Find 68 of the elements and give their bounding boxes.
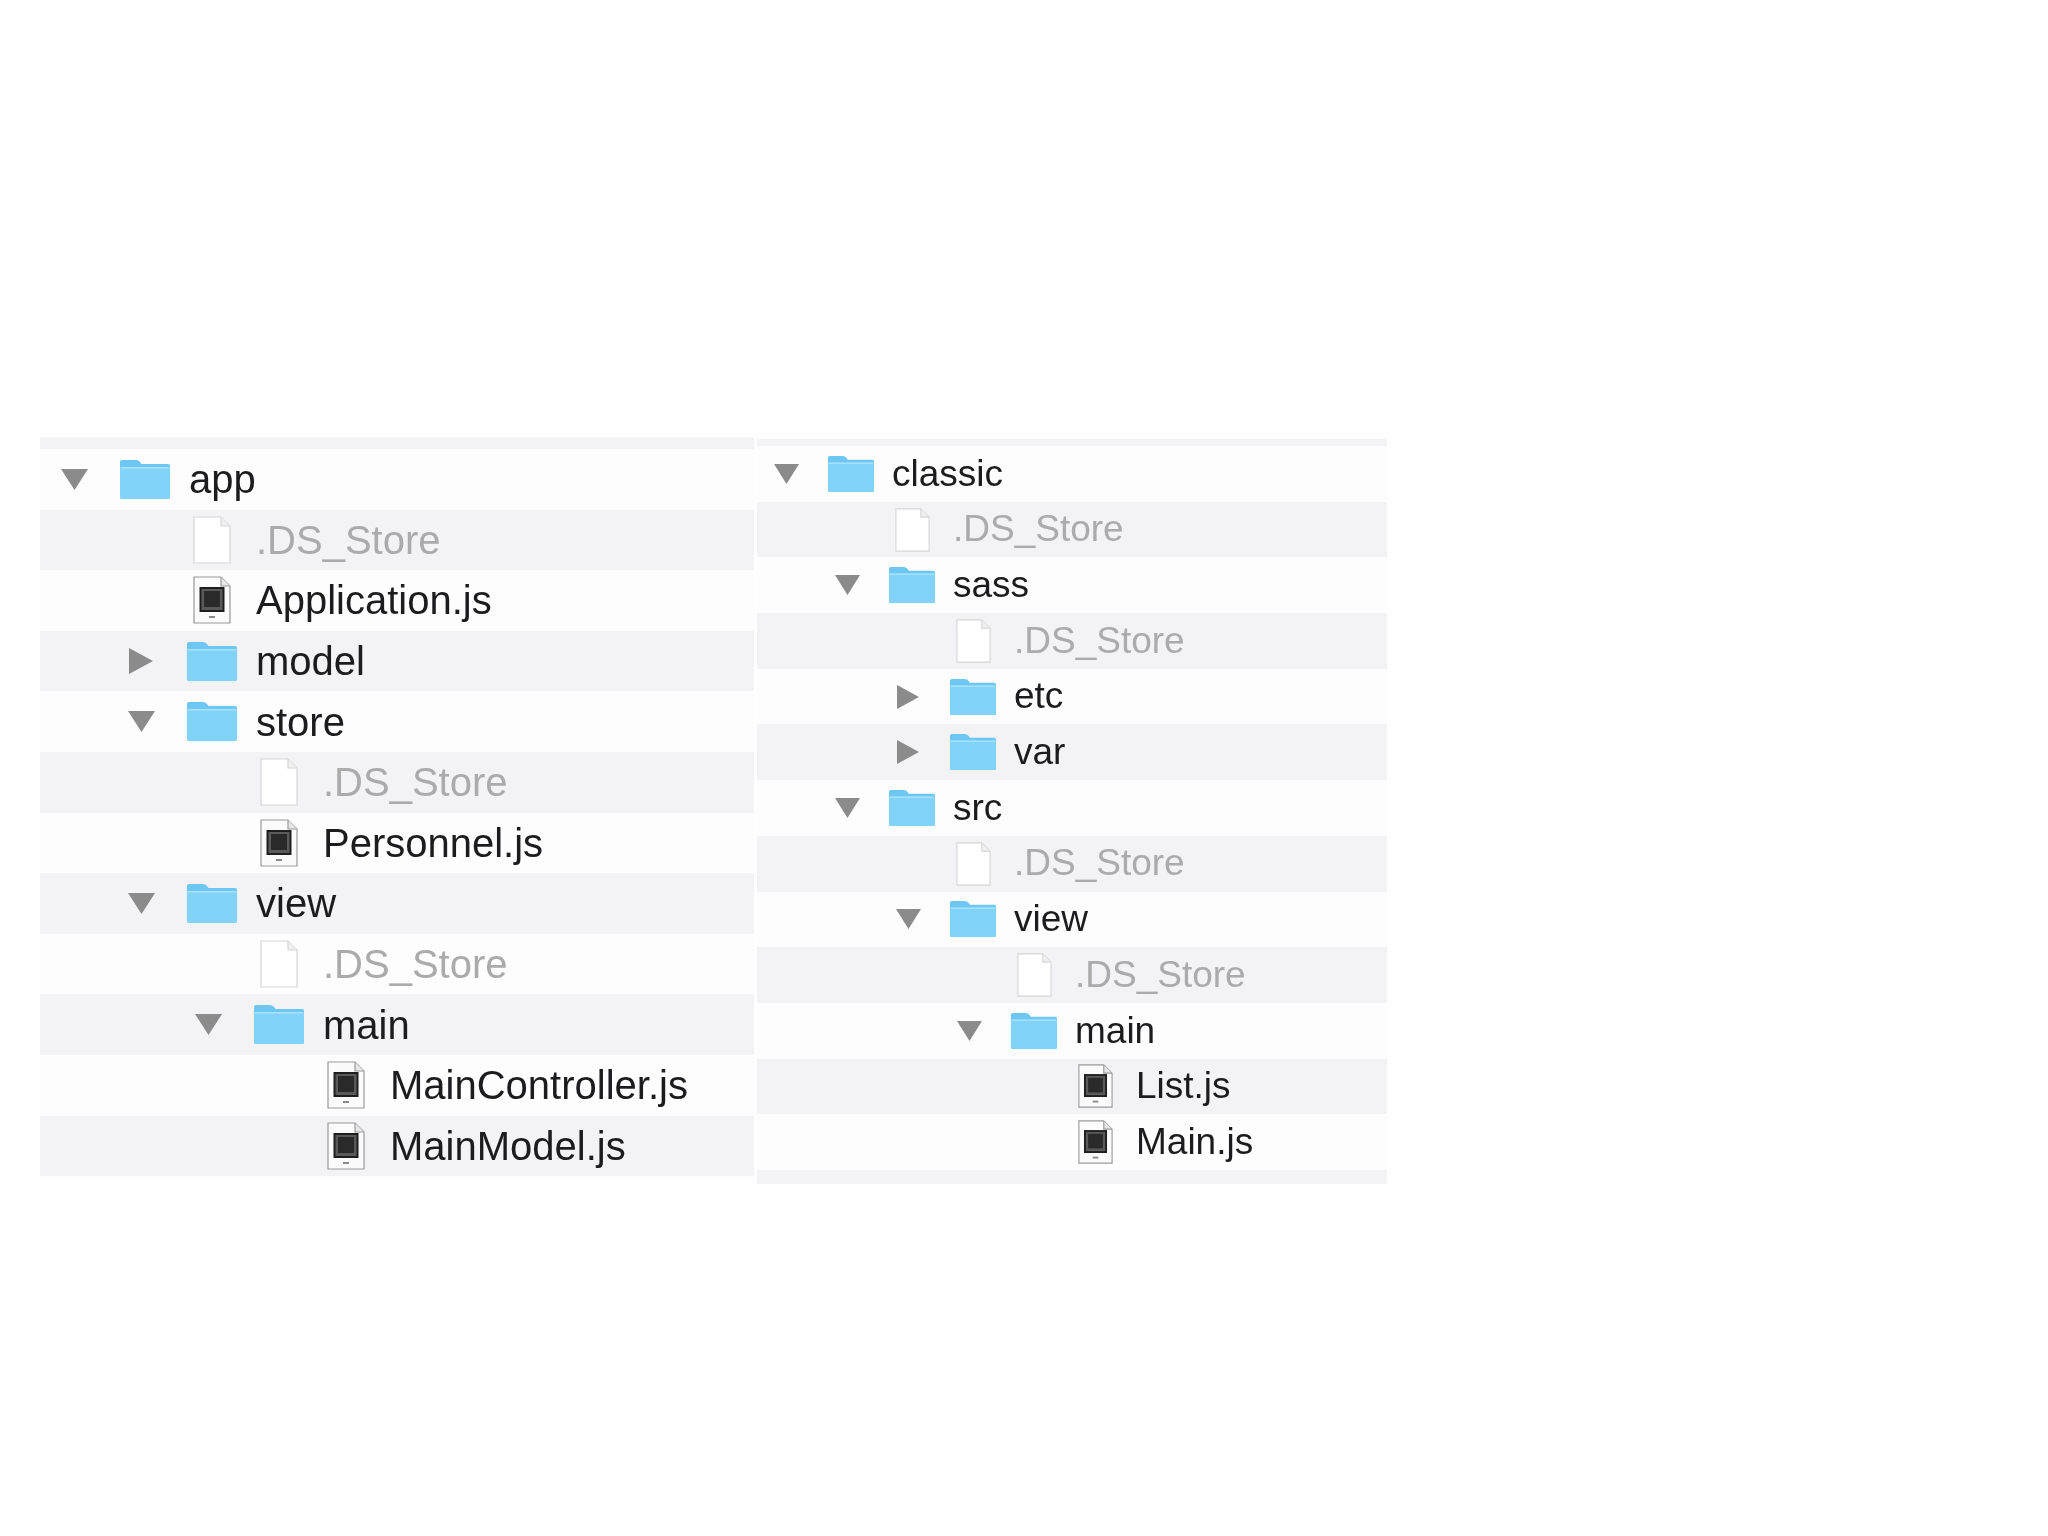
file-name: Main.js [1136,1119,1254,1164]
folder-icon [889,789,935,826]
file-name: List.js [1136,1064,1231,1109]
folder-name: main [1075,1008,1156,1053]
blank-document-icon [1016,953,1052,998]
folder-name: etc [1014,674,1064,719]
file-name: .DS_Store [1014,618,1185,663]
tree-row[interactable]: model [40,630,754,692]
document-icon [327,1061,365,1110]
triangle-right-icon[interactable] [897,740,919,765]
blank-document-icon [260,940,298,989]
triangle-down-icon[interactable] [194,1014,222,1036]
triangle-down-icon[interactable] [127,711,155,733]
folder-name: view [1014,897,1089,942]
tree-row[interactable]: view [40,873,754,934]
tree-row[interactable]: List.js [757,1058,1387,1115]
folder-icon [889,567,935,604]
file-name: Personnel.js [323,819,544,867]
triangle-down-icon[interactable] [834,797,860,818]
folder-icon [120,459,170,499]
folder-name: model [256,638,365,686]
document-icon [260,818,298,867]
blank-document-icon [955,618,991,663]
triangle-down-icon[interactable] [127,892,155,914]
folder-name: app [189,456,256,504]
file-name: Application.js [256,577,492,625]
file-name: .DS_Store [953,507,1124,552]
file-name: .DS_Store [323,759,508,807]
folder-name: src [953,785,1003,830]
tree-row[interactable]: var [757,724,1387,781]
folder-icon [187,883,237,923]
folder-name: main [323,1001,410,1049]
blank-document-icon [260,758,298,807]
triangle-down-icon[interactable] [834,575,860,596]
file-name: .DS_Store [256,516,441,564]
document-icon [327,1121,365,1170]
folder-icon [254,1005,304,1045]
triangle-down-icon[interactable] [956,1020,982,1041]
blank-document-icon [955,841,991,886]
folder-icon [828,455,874,492]
folder-icon [187,702,237,742]
blank-document-icon [894,507,930,552]
folder-name: classic [892,451,1004,496]
triangle-down-icon[interactable] [895,909,921,930]
file-name: MainController.js [390,1062,688,1110]
tree-row[interactable]: main [40,994,754,1055]
folder-icon [950,734,996,771]
file-name: .DS_Store [1014,841,1185,886]
folder-icon [1011,1012,1057,1049]
file-name: MainModel.js [390,1122,626,1170]
triangle-down-icon[interactable] [60,468,88,490]
folder-name: sass [953,563,1030,607]
document-icon [1077,1120,1113,1165]
triangle-right-icon[interactable] [129,648,153,675]
document-icon [1077,1064,1113,1109]
folder-icon [950,678,996,715]
tree-row[interactable]: MainModel.js [40,1115,754,1177]
file-name: .DS_Store [323,941,508,989]
document-icon [193,576,231,625]
folder-icon [950,901,996,938]
blank-document-icon [193,515,231,564]
folder-icon [187,641,237,681]
triangle-down-icon[interactable] [773,463,799,484]
triangle-right-icon[interactable] [897,684,919,709]
file-name: .DS_Store [1075,952,1246,997]
folder-name: store [256,698,345,746]
folder-name: var [1014,730,1066,775]
folder-name: view [256,880,337,928]
